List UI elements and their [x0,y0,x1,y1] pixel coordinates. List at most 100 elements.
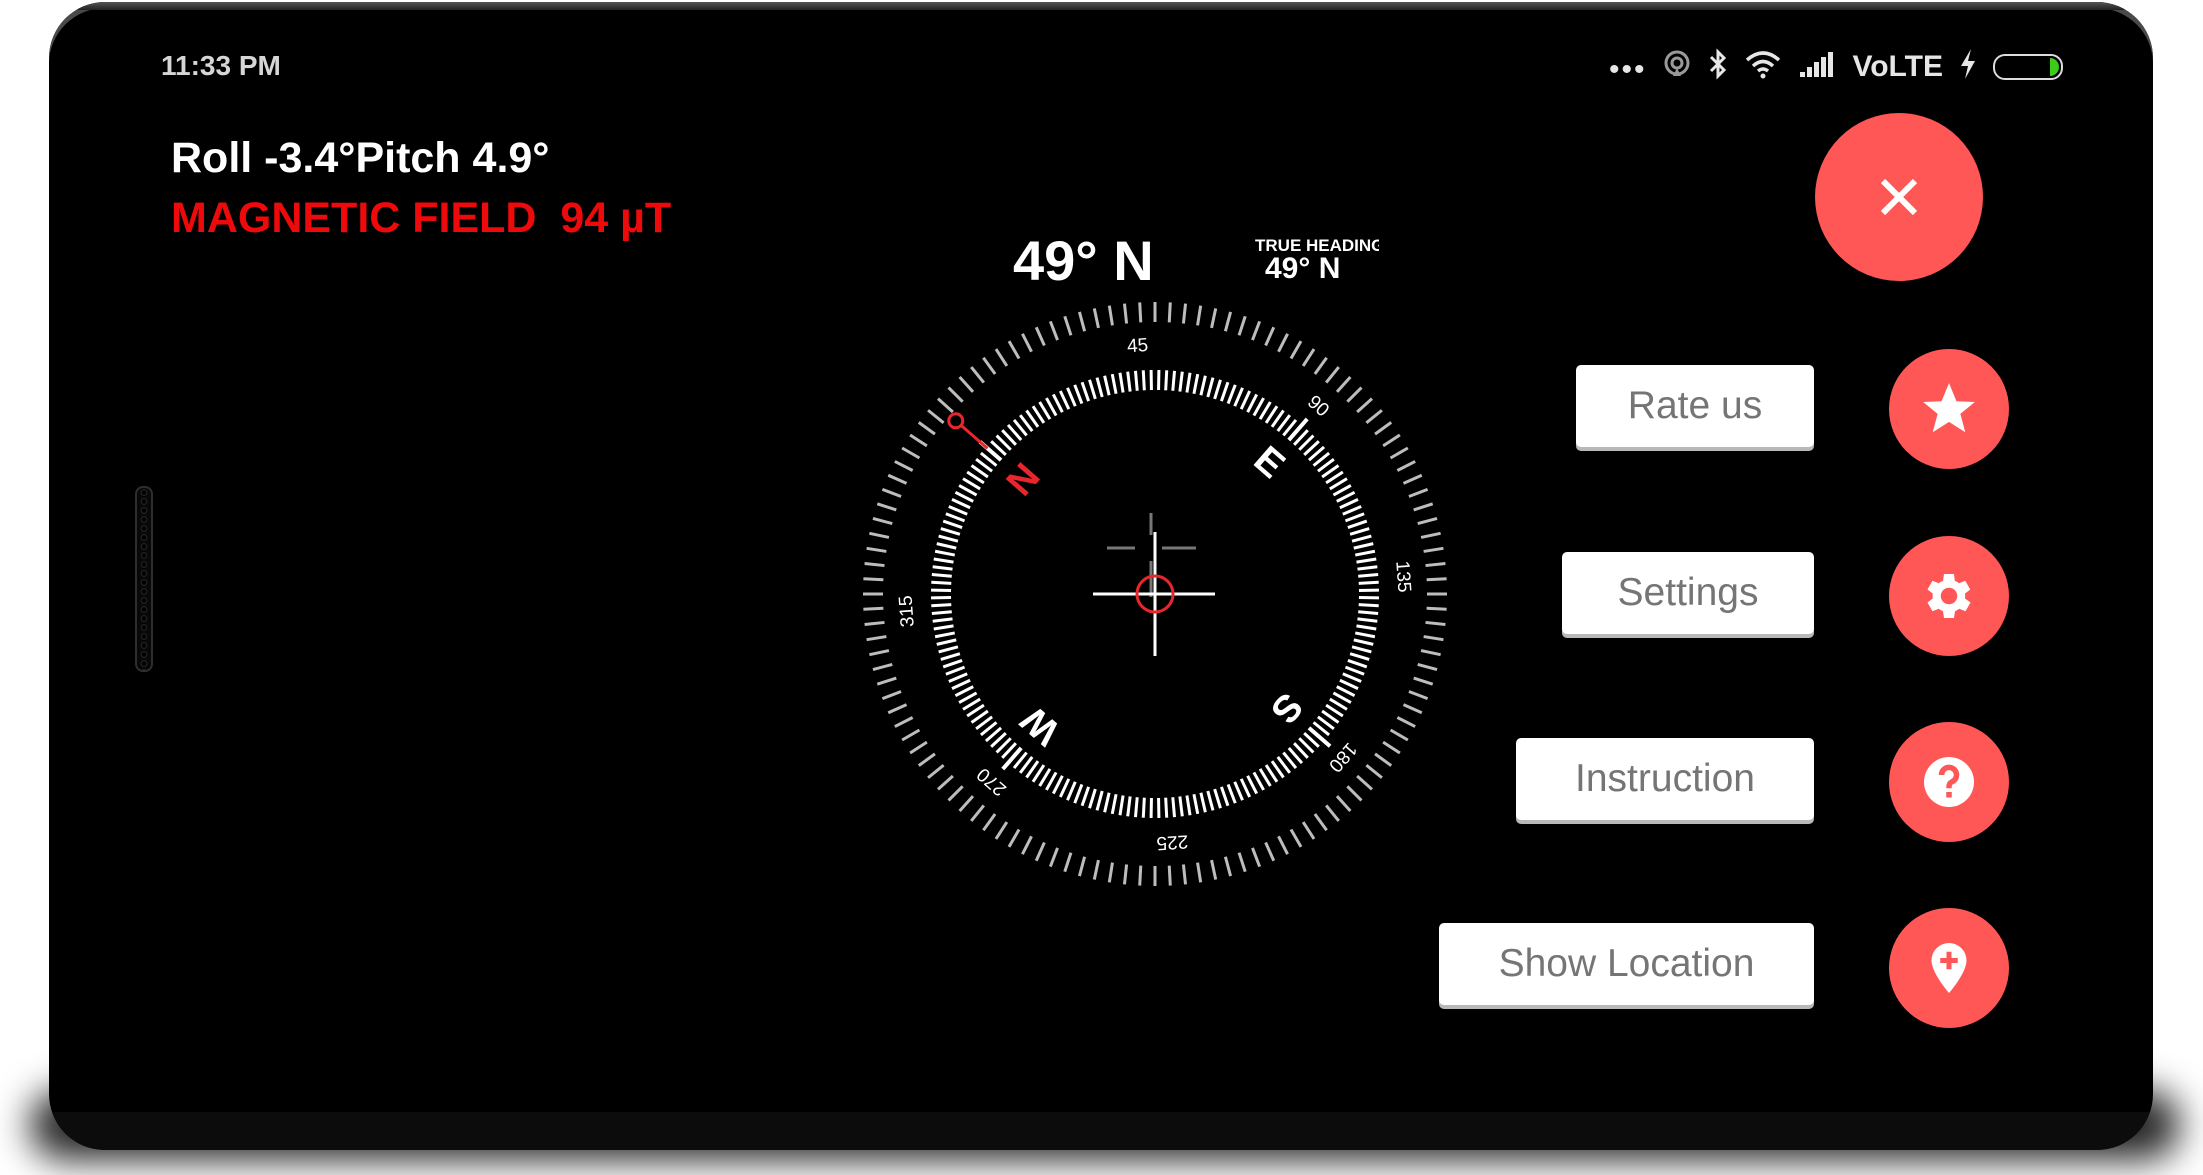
outer-tick [864,561,885,568]
outer-tick [1356,397,1374,414]
instruction-label: Instruction [1575,757,1755,800]
crosshair-icon [1093,513,1215,656]
outer-tick [909,740,928,755]
settings-label: Settings [1617,571,1759,614]
inner-tick [1287,417,1309,442]
cardinal-label: N [999,456,1049,504]
outer-tick [1335,375,1352,393]
inner-tick [1001,746,1023,771]
degree-label: 45 [1126,335,1149,357]
rate-us-button[interactable]: Rate us [1576,365,1814,447]
cardinal-label: E [1246,439,1293,487]
outer-tick [1289,828,1303,848]
outer-tick [1034,326,1046,347]
outer-tick [1196,305,1203,326]
show-location-label: Show Location [1498,942,1755,985]
show-location-button[interactable]: Show Location [1439,923,1814,1005]
outer-tick [1048,320,1059,341]
outer-tick [876,502,897,512]
outer-tick [887,703,908,715]
outer-tick [1021,835,1033,855]
outer-tick [1122,864,1129,885]
outer-tick [1063,852,1073,873]
outer-tick [927,764,945,779]
settings-button[interactable]: Settings [1562,552,1814,634]
outer-tick [994,348,1009,367]
outer-tick [1389,446,1409,460]
outer-tick [1413,676,1434,686]
outer-tick [1402,703,1423,715]
outer-tick [1313,356,1328,375]
close-menu-button[interactable] [1815,113,1983,281]
outer-tick [958,795,975,813]
outer-tick [1396,460,1416,472]
status-icons: ••• VoLTE [1609,48,2063,85]
outer-tick [894,716,914,728]
outer-tick [1077,311,1087,332]
outer-tick [1048,847,1059,868]
outer-tick [1389,728,1409,742]
outer-tick [1092,859,1100,880]
outer-tick [1223,311,1233,332]
network-type-label: VoLTE [1852,49,1943,83]
outer-tick [1077,856,1087,877]
bluetooth-icon [1708,48,1728,85]
wifi-icon [1744,49,1782,84]
outer-tick [1402,473,1423,485]
outer-tick [1382,740,1401,755]
outer-tick [936,397,954,414]
cardinal-label: S [1262,685,1310,732]
rate-us-fab[interactable] [1889,349,2009,469]
outer-tick [947,785,964,802]
degree-label: 315 [896,595,919,628]
degree-label: 225 [1156,830,1189,853]
battery-icon [1993,53,2063,80]
outer-tick [1423,546,1444,553]
outer-tick [894,460,914,472]
outer-tick [881,690,902,701]
signal-icon [1798,50,1836,83]
outer-tick [1063,315,1073,336]
outer-tick [863,577,884,582]
outer-tick [1365,764,1383,779]
outer-tick [1408,487,1429,498]
outer-tick [1138,302,1143,323]
outer-tick [866,546,887,553]
show-location-fab[interactable] [1889,908,2009,1028]
settings-fab[interactable] [1889,536,2009,656]
degree-labels: 4590135180225270315 [896,335,1415,854]
outer-tick [1264,841,1276,862]
magnetic-field-readout: MAGNETIC FIELD 94 µT [171,194,672,242]
outer-tick [994,821,1009,840]
outer-tick [1196,862,1203,883]
outer-tick [1396,716,1416,728]
outer-tick [881,487,902,498]
outer-tick [1382,433,1401,448]
outer-tick [1426,577,1447,582]
instruction-button[interactable]: Instruction [1516,738,1814,820]
outer-tick [1007,340,1021,360]
compass-dial: 4590135180225270315 N ESW [863,302,1447,886]
outer-tick [1325,366,1340,384]
more-notifications-icon: ••• [1608,52,1647,86]
outer-tick [1251,847,1262,868]
outer-tick [872,662,893,672]
outer-tick [909,433,928,448]
add-location-icon [1931,943,1967,993]
outer-tick [1181,303,1188,324]
outer-tick [1167,865,1172,886]
outer-tick [1313,813,1328,832]
outer-tick [1408,690,1429,701]
instruction-fab[interactable] [1889,722,2009,842]
outer-tick [1426,606,1447,611]
outer-tick [1423,635,1444,642]
device-chin [49,1112,2153,1150]
device-frame: 11:33 PM ••• VoLTE Roll -3.4°Pitch 4.9° … [49,2,2153,1150]
inner-tick [1307,726,1332,748]
outer-tick [866,635,887,642]
outer-tick [1223,856,1233,877]
outer-tick [1346,386,1363,403]
battery-level [2049,57,2059,76]
outer-tick [982,356,997,375]
north-marker-icon [947,412,989,450]
